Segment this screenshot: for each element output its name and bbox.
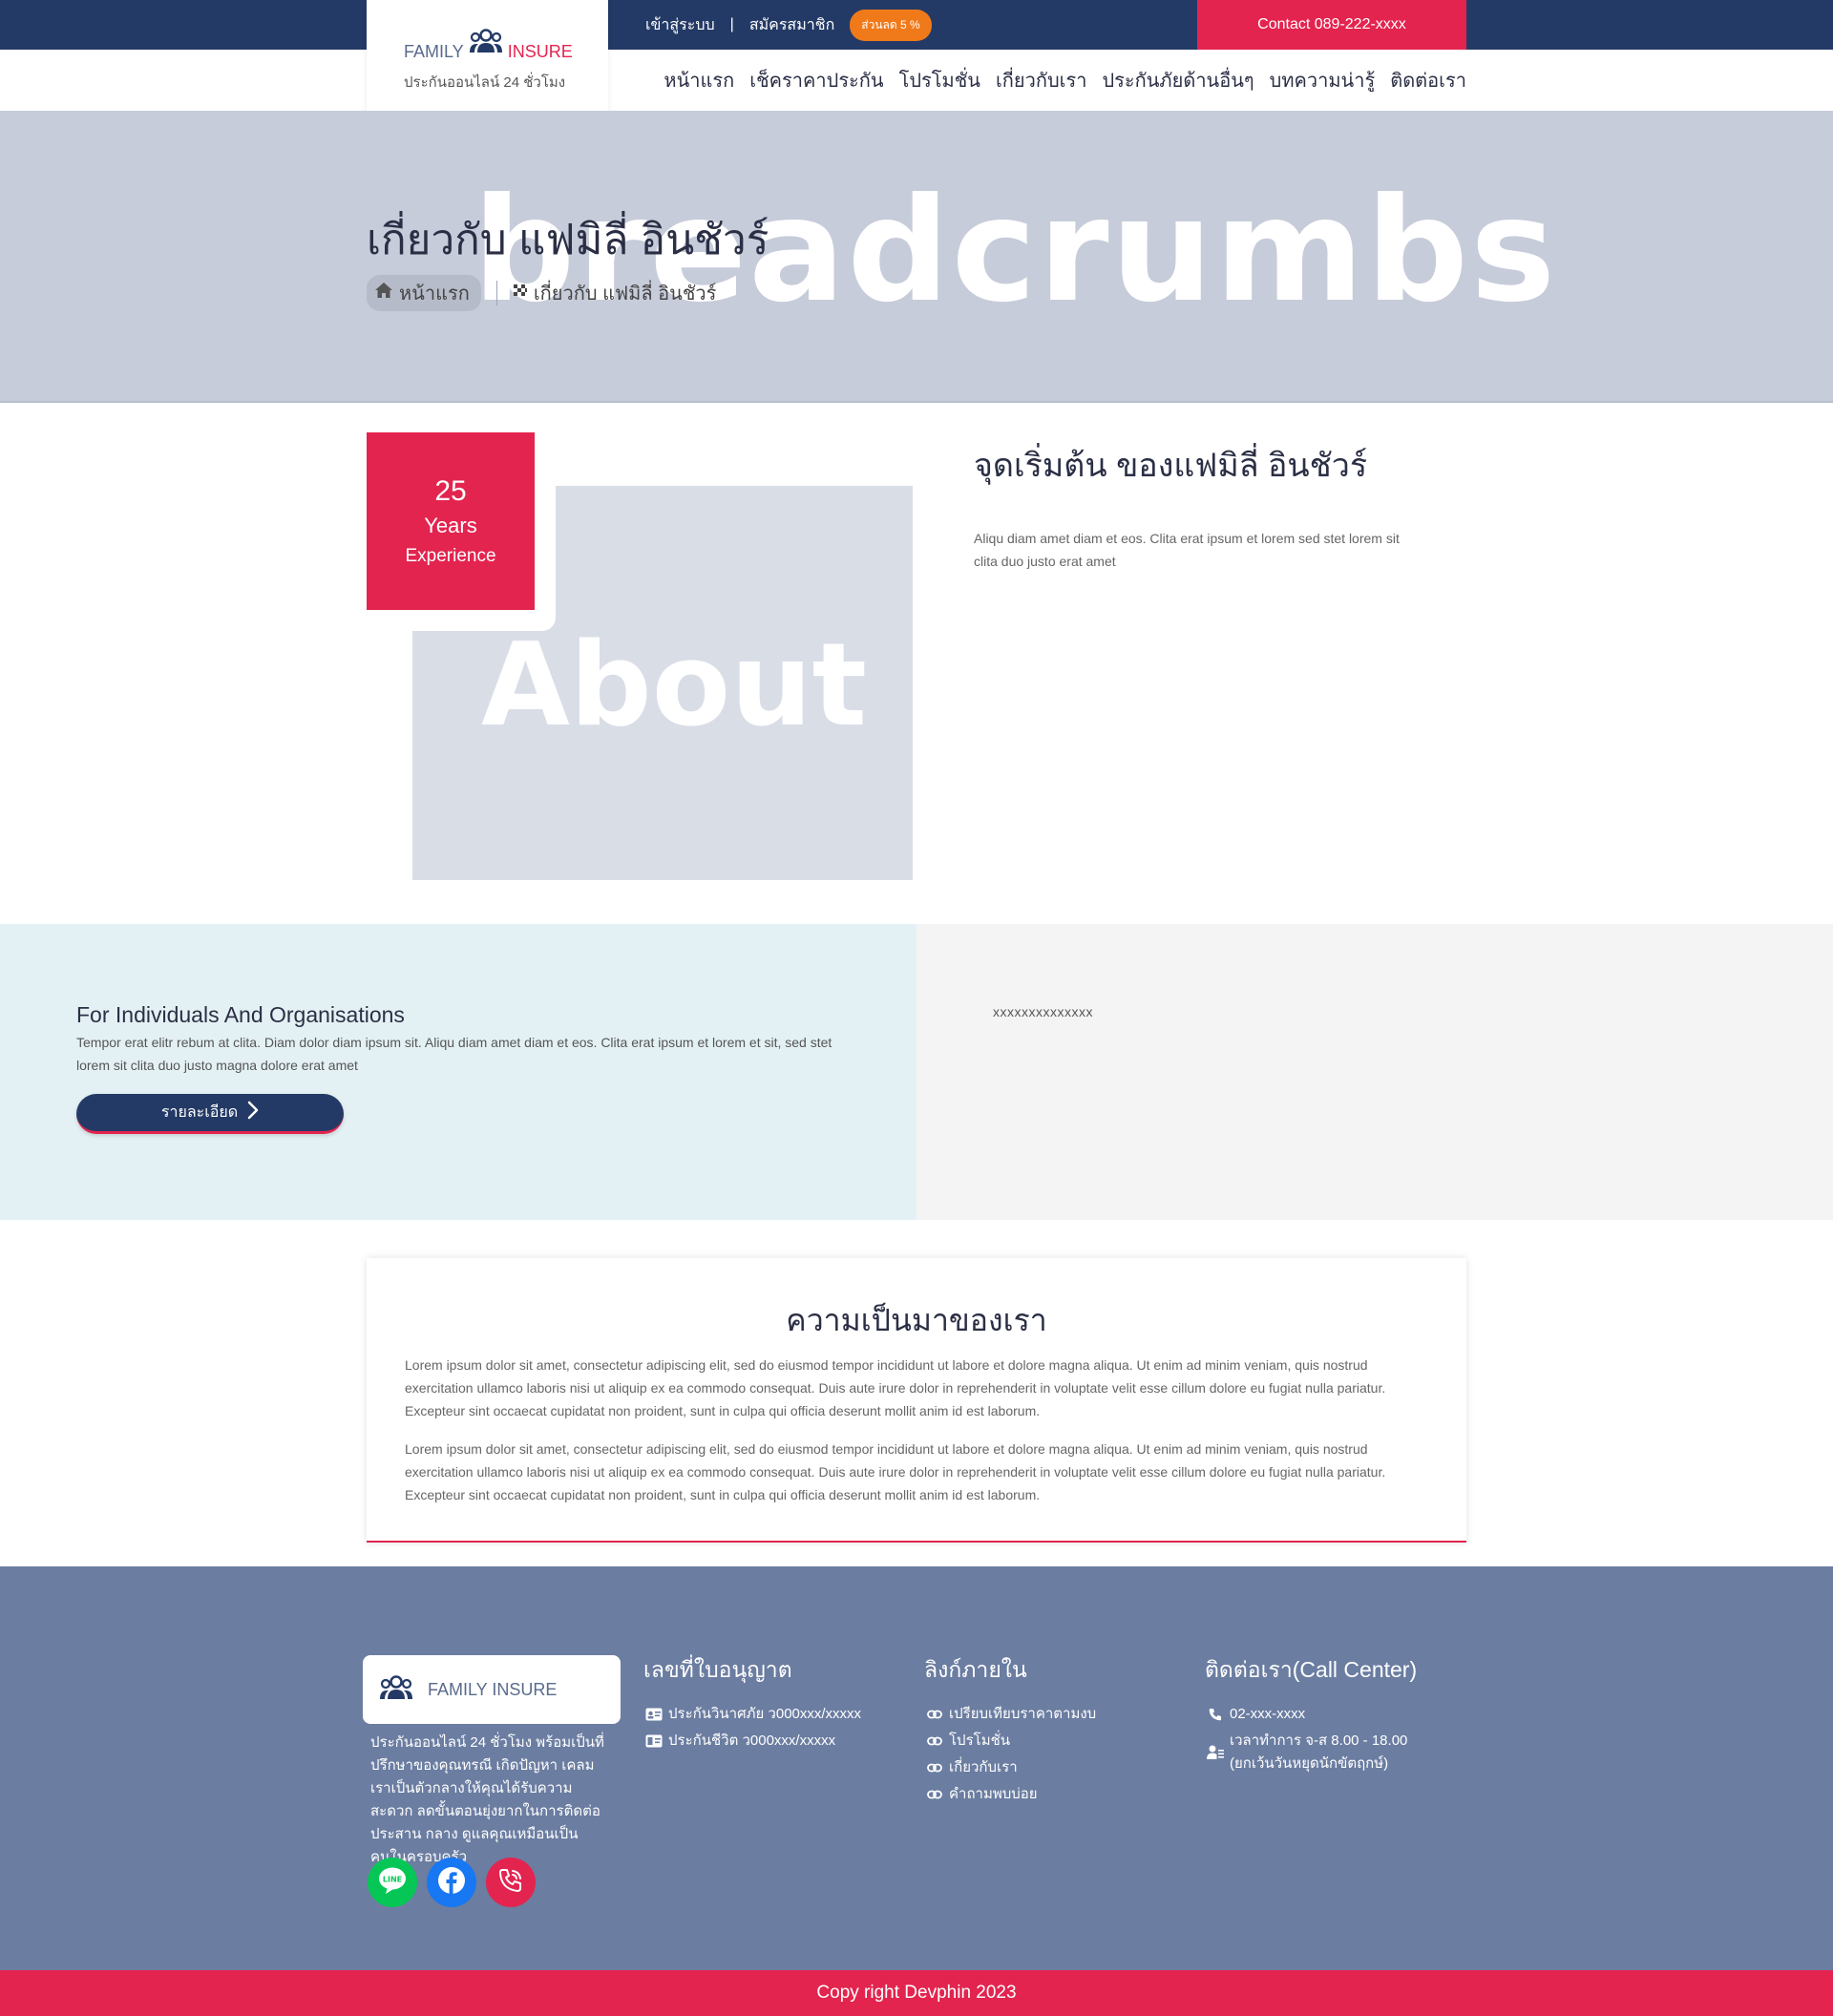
nav-item-check-price[interactable]: เช็คราคาประกัน (749, 65, 883, 95)
phone-call-button[interactable] (486, 1858, 536, 1907)
link-icon (926, 1754, 943, 1781)
logo-family-text: FAMILY (404, 42, 464, 61)
footer-link[interactable]: คำถามพบบ่อย (926, 1781, 1096, 1808)
link-icon (926, 1701, 943, 1728)
discount-badge[interactable]: ส่วนลด 5 % (850, 9, 932, 41)
copyright-bar: Copy right Devphin 2023 (0, 1970, 1833, 2016)
facebook-icon (436, 1865, 467, 1900)
about-text: Aliqu diam amet diam et eos. Clita erat … (974, 531, 1400, 569)
breadcrumb: หน้าแรก เกี่ยวกับ แฟมิลี่ อินชัวร์ (367, 275, 716, 311)
call-center-hours-note: (ยกเว้นวันหยุดนักขัตฤกษ์) (1230, 1755, 1389, 1772)
individuals-title: For Individuals And Organisations (76, 1002, 405, 1027)
footer-link[interactable]: เปรียบเทียบราคาตามงบ (926, 1701, 1096, 1728)
link-icon (926, 1781, 943, 1808)
footer-logo[interactable]: FAMILY INSURE (363, 1655, 621, 1724)
facebook-button[interactable] (427, 1858, 476, 1907)
family-icon (380, 1674, 412, 1705)
history-title: ความเป็นมาของเรา (786, 1303, 1047, 1337)
contact-button[interactable]: Contact 089-222-xxxx (1197, 0, 1466, 50)
license-item: ประกันชีวิต ว000xxx/xxxxx (645, 1728, 861, 1754)
user-clock-icon (1207, 1730, 1224, 1775)
footer-link-label: เกี่ยวกับเรา (949, 1759, 1018, 1775)
phone-icon (1207, 1701, 1224, 1728)
home-icon (374, 282, 393, 304)
experience-label: Experience (405, 546, 496, 566)
placeholder-text: xxxxxxxxxxxxxx (993, 1004, 1093, 1019)
footer-link[interactable]: เกี่ยวกับเรา (926, 1754, 1096, 1781)
breadcrumb-hero: breadcrumbs เกี่ยวกับ แฟมิลี่ อินชัวร์ ห… (0, 111, 1833, 403)
breadcrumb-home-label: หน้าแรก (399, 284, 470, 304)
logo-wordmark: FAMILY INSURE (404, 29, 573, 62)
footer-brand: FAMILY INSURE (428, 1679, 558, 1699)
license-item-label: ประกันวินาศภัย ว000xxx/xxxxx (668, 1706, 862, 1722)
id-card-icon (645, 1701, 663, 1728)
register-link[interactable]: สมัครสมาชิก (749, 13, 834, 37)
about-heading: จุดเริ่มต้น ของแฟมิลี่ อินชัวร์ (974, 448, 1368, 484)
nav-item-promotion[interactable]: โปรโมชั่น (899, 65, 980, 95)
breadcrumb-divider (495, 281, 497, 305)
history-paragraph-1: Lorem ipsum dolor sit amet, consectetur … (405, 1357, 1386, 1418)
footer-link-label: เปรียบเทียบราคาตามงบ (949, 1706, 1097, 1722)
page-title: เกี่ยวกับ แฟมิลี่ อินชัวร์ (367, 217, 769, 263)
history-card: ความเป็นมาของเรา Lorem ipsum dolor sit a… (367, 1258, 1466, 1543)
footer-link-label: โปรโมชั่น (949, 1732, 1011, 1749)
line-icon: LINE (376, 1864, 409, 1901)
experience-years-number: 25 (434, 475, 467, 507)
svg-text:LINE: LINE (383, 1875, 402, 1883)
breadcrumb-current-label: เกี่ยวกับ แฟมิลี่ อินชัวร์ (533, 284, 717, 304)
top-bar-separator: | (729, 16, 734, 32)
internal-links-list: เปรียบเทียบราคาตามงบ โปรโมชั่น เกี่ยวกับ… (926, 1701, 1096, 1808)
link-icon (926, 1728, 943, 1754)
nav-item-articles[interactable]: บทความน่ารู้ (1270, 65, 1376, 95)
nav-item-other-insurance[interactable]: ประกันภัยด้านอื่นๆ (1102, 65, 1254, 95)
call-center-title: ติดต่อเรา(Call Center) (1205, 1657, 1418, 1682)
phone-icon (496, 1866, 525, 1900)
checker-icon (513, 283, 528, 304)
call-center-hours-text: เวลาทำการ จ-ส 8.00 - 18.00 (1230, 1732, 1408, 1749)
line-button[interactable]: LINE (368, 1858, 417, 1907)
call-center-hours: เวลาทำการ จ-ส 8.00 - 18.00 (ยกเว้นวันหยุ… (1207, 1730, 1407, 1775)
id-card-icon (645, 1728, 663, 1754)
history-paragraph-2: Lorem ipsum dolor sit amet, consectetur … (405, 1441, 1386, 1502)
login-link[interactable]: เข้าสู่ระบบ (645, 13, 715, 37)
details-button[interactable]: รายละเอียด (76, 1094, 344, 1134)
main-nav: หน้าแรก เช็คราคาประกัน โปรโมชั่น เกี่ยวก… (664, 50, 1466, 111)
right-panel (916, 924, 1833, 1220)
license-item-label: ประกันชีวิต ว000xxx/xxxxx (668, 1732, 836, 1749)
top-bar-links: เข้าสู่ระบบ | สมัครสมาชิก ส่วนลด 5 % (645, 0, 932, 50)
experience-years-label: Years (424, 514, 477, 537)
logo-insure-text: INSURE (507, 42, 573, 61)
call-center-phone[interactable]: 02-xxx-xxxx (1207, 1701, 1407, 1728)
experience-badge: 25 Years Experience (367, 432, 535, 610)
license-list: ประกันวินาศภัย ว000xxx/xxxxx ประกันชีวิต… (645, 1701, 861, 1754)
chevron-right-icon (247, 1101, 259, 1124)
individuals-text: Tempor erat elitr rebum at clita. Diam d… (76, 1035, 832, 1073)
footer-about-text: ประกันออนไลน์ 24 ชั่วโมง พร้อมเป็นที่ปรึ… (370, 1734, 604, 1865)
call-center-phone-number: 02-xxx-xxxx (1230, 1706, 1306, 1722)
details-button-label: รายละเอียด (160, 1104, 239, 1121)
nav-item-home[interactable]: หน้าแรก (664, 65, 734, 95)
about-watermark: About (481, 620, 868, 752)
nav-item-about[interactable]: เกี่ยวกับเรา (996, 65, 1087, 95)
logo-tagline: ประกันออนไลน์ 24 ชั่วโมง (404, 74, 566, 91)
license-item: ประกันวินาศภัย ว000xxx/xxxxx (645, 1701, 861, 1728)
nav-item-contact[interactable]: ติดต่อเรา (1390, 65, 1466, 95)
family-icon (469, 29, 502, 58)
call-center-list: 02-xxx-xxxx เวลาทำการ จ-ส 8.00 - 18.00 (… (1207, 1701, 1407, 1775)
footer (0, 1566, 1833, 1970)
footer-link[interactable]: โปรโมชั่น (926, 1728, 1096, 1754)
license-title: เลขที่ใบอนุญาต (643, 1657, 792, 1682)
breadcrumb-home[interactable]: หน้าแรก (367, 275, 481, 311)
internal-links-title: ลิงก์ภายใน (924, 1657, 1027, 1682)
footer-link-label: คำถามพบบ่อย (949, 1786, 1038, 1802)
breadcrumb-current: เกี่ยวกับ แฟมิลี่ อินชัวร์ (513, 278, 717, 308)
